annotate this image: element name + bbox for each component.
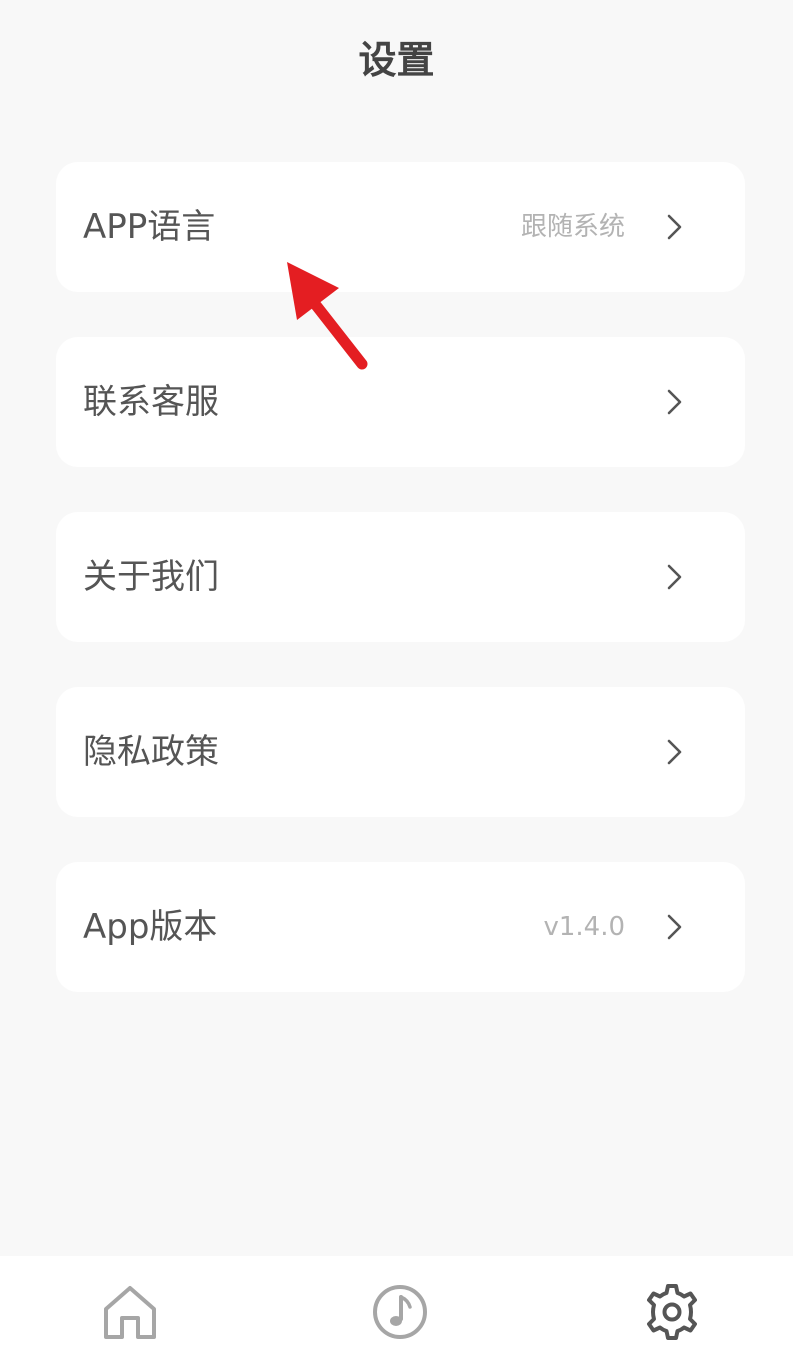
home-icon [104, 1286, 156, 1339]
settings-item-about-us[interactable]: 关于我们 [56, 512, 745, 642]
settings-item-customer-service[interactable]: 联系客服 [56, 337, 745, 467]
settings-item-app-version[interactable]: App版本 v1.4.0 [56, 862, 745, 992]
tab-home[interactable] [100, 1282, 160, 1342]
settings-item-label: 联系客服 [83, 382, 219, 422]
settings-list: APP语言 跟随系统 联系客服 关于我们 隐私政策 App版本 v1.4.0 [56, 162, 745, 1037]
chevron-right-icon [667, 564, 682, 590]
chevron-right-icon [667, 389, 682, 415]
settings-item-value: 跟随系统 [520, 212, 625, 242]
tab-music[interactable] [370, 1282, 430, 1342]
bottom-tab-bar [0, 1256, 793, 1363]
music-note-icon [373, 1285, 427, 1339]
chevron-right-icon [667, 739, 682, 765]
settings-item-label: App版本 [83, 907, 218, 947]
settings-item-app-language[interactable]: APP语言 跟随系统 [56, 162, 745, 292]
page-title: 设置 [358, 38, 435, 82]
chevron-right-icon [667, 914, 682, 940]
settings-item-privacy-policy[interactable]: 隐私政策 [56, 687, 745, 817]
settings-item-label: 隐私政策 [83, 732, 219, 772]
chevron-right-icon [667, 214, 682, 240]
tab-settings[interactable] [642, 1282, 702, 1342]
settings-item-label: 关于我们 [83, 557, 219, 597]
settings-item-value: v1.4.0 [543, 912, 625, 942]
settings-item-label: APP语言 [83, 207, 216, 247]
gear-icon [647, 1284, 697, 1340]
